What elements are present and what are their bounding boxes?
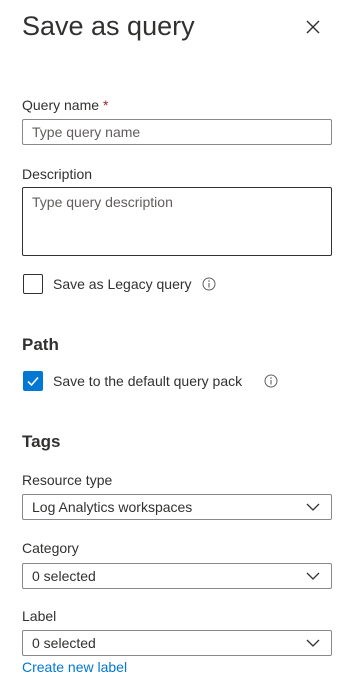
info-icon[interactable] <box>202 277 216 291</box>
category-value: 0 selected <box>32 568 96 584</box>
query-name-label-text: Query name <box>22 97 100 113</box>
description-field[interactable] <box>22 187 332 256</box>
default-query-pack-checkbox[interactable] <box>23 371 43 391</box>
resource-type-label: Resource type <box>22 472 113 488</box>
query-name-label: Query name * <box>22 96 109 114</box>
path-heading: Path <box>22 335 59 354</box>
close-icon[interactable] <box>302 16 324 38</box>
resource-type-dropdown[interactable]: Log Analytics workspaces <box>22 494 332 520</box>
legacy-query-label[interactable]: Save as Legacy query <box>53 275 192 293</box>
label-value: 0 selected <box>32 635 96 651</box>
chevron-down-icon <box>306 572 320 580</box>
label-dropdown[interactable]: 0 selected <box>22 630 332 656</box>
panel-title: Save as query <box>22 11 195 41</box>
save-as-query-panel: Save as query Query name* Description Sa… <box>0 0 351 681</box>
description-label: Description <box>22 166 93 182</box>
resource-type-value: Log Analytics workspaces <box>32 499 193 515</box>
required-marker: * <box>103 97 109 113</box>
checkmark-icon <box>27 376 39 387</box>
chevron-down-icon <box>306 639 320 647</box>
default-query-pack-label[interactable]: Save to the default query pack <box>53 372 242 390</box>
create-new-label-link[interactable]: Create new label <box>22 658 127 676</box>
chevron-down-icon <box>306 503 320 511</box>
category-dropdown[interactable]: 0 selected <box>22 563 332 589</box>
query-name-input[interactable] <box>22 119 332 145</box>
info-icon[interactable] <box>264 374 278 388</box>
category-label: Category <box>22 540 79 556</box>
label-field-label: Label <box>22 608 57 624</box>
tags-heading: Tags <box>22 432 61 451</box>
legacy-query-checkbox[interactable] <box>23 274 43 294</box>
